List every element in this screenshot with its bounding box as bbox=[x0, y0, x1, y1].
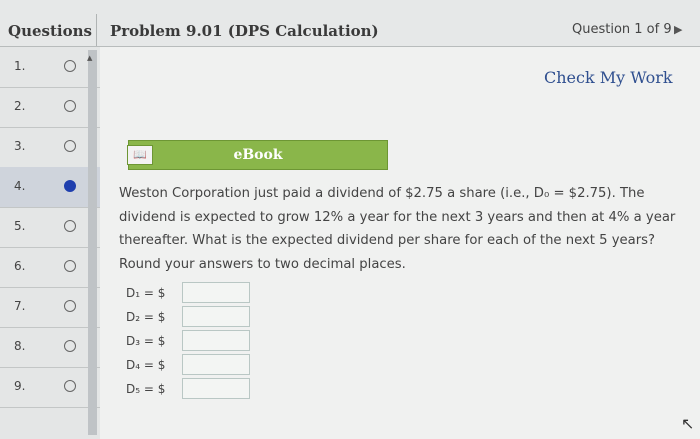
question-number: 1. bbox=[14, 59, 26, 73]
answer-label: D₅ = $ bbox=[126, 382, 166, 396]
circle-icon bbox=[64, 220, 76, 232]
d4-input[interactable] bbox=[182, 354, 250, 375]
circle-icon bbox=[64, 340, 76, 352]
header-divider bbox=[96, 14, 97, 46]
answer-label: D₁ = $ bbox=[126, 286, 166, 300]
top-bar: Questions Problem 9.01 (DPS Calculation)… bbox=[0, 0, 700, 47]
question-number: 7. bbox=[14, 299, 26, 313]
answer-label: D₃ = $ bbox=[126, 334, 166, 348]
answer-row-d5: D₅ = $ bbox=[126, 378, 256, 400]
circle-icon bbox=[64, 140, 76, 152]
sidebar-item-4[interactable]: 4. bbox=[0, 167, 100, 208]
question-sidebar: 1. 2. 3. 4. 5. 6. 7. 8. 9. bbox=[0, 47, 100, 439]
question-number: 3. bbox=[14, 139, 26, 153]
d3-input[interactable] bbox=[182, 330, 250, 351]
circle-icon bbox=[64, 60, 76, 72]
scroll-up-icon[interactable]: ▲ bbox=[87, 54, 92, 62]
sidebar-scrollbar[interactable] bbox=[88, 50, 97, 435]
sidebar-item-5[interactable]: 5. bbox=[0, 207, 100, 248]
sidebar-item-9[interactable]: 9. bbox=[0, 367, 100, 408]
question-number: 9. bbox=[14, 379, 26, 393]
questions-heading: Questions bbox=[8, 22, 92, 40]
answer-row-d3: D₃ = $ bbox=[126, 330, 256, 352]
filled-circle-icon bbox=[64, 180, 76, 192]
question-number: 4. bbox=[14, 179, 26, 193]
sidebar-item-8[interactable]: 8. bbox=[0, 327, 100, 368]
sidebar-item-6[interactable]: 6. bbox=[0, 247, 100, 288]
question-number: 8. bbox=[14, 339, 26, 353]
sidebar-item-3[interactable]: 3. bbox=[0, 127, 100, 168]
d1-input[interactable] bbox=[182, 282, 250, 303]
answer-row-d2: D₂ = $ bbox=[126, 306, 256, 328]
answer-row-d4: D₄ = $ bbox=[126, 354, 256, 376]
d5-input[interactable] bbox=[182, 378, 250, 399]
sidebar-item-7[interactable]: 7. bbox=[0, 287, 100, 328]
question-counter: Question 1 of 9 bbox=[572, 22, 672, 37]
circle-icon bbox=[64, 300, 76, 312]
ebook-button[interactable]: 📖 eBook bbox=[127, 140, 388, 170]
circle-icon bbox=[64, 260, 76, 272]
answer-row-d1: D₁ = $ bbox=[126, 282, 256, 304]
mouse-cursor-icon: ↖ bbox=[681, 414, 695, 433]
answer-label: D₄ = $ bbox=[126, 358, 166, 372]
circle-icon bbox=[64, 380, 76, 392]
ebook-label: eBook bbox=[233, 147, 283, 163]
question-number: 6. bbox=[14, 259, 26, 273]
check-my-work-link[interactable]: Check My Work bbox=[544, 68, 673, 87]
question-number: 2. bbox=[14, 99, 26, 113]
sidebar-item-1[interactable]: 1. bbox=[0, 47, 100, 88]
problem-statement: Weston Corporation just paid a dividend … bbox=[119, 186, 676, 272]
d2-input[interactable] bbox=[182, 306, 250, 327]
answer-label: D₂ = $ bbox=[126, 310, 166, 324]
problem-title: Problem 9.01 (DPS Calculation) bbox=[110, 22, 379, 40]
question-number: 5. bbox=[14, 219, 26, 233]
circle-icon bbox=[64, 100, 76, 112]
sidebar-item-2[interactable]: 2. bbox=[0, 87, 100, 128]
triangle-right-icon[interactable]: ▶ bbox=[674, 23, 682, 36]
